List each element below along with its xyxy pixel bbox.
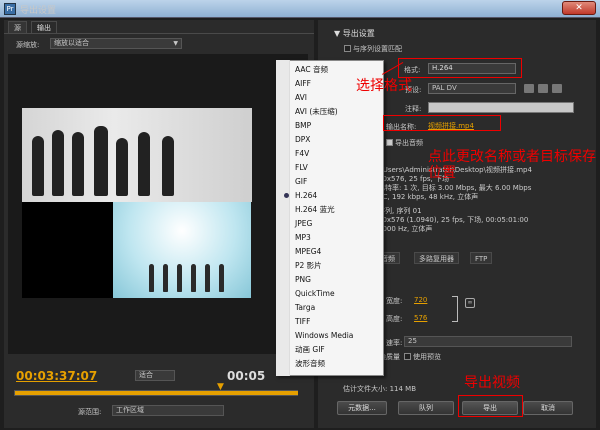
queue-button[interactable]: 队列 <box>398 401 454 415</box>
title-bar <box>0 0 600 18</box>
video-frame-top <box>22 108 252 202</box>
format-option[interactable]: FLV <box>293 161 395 174</box>
work-area-bar[interactable] <box>15 391 298 395</box>
use-preview-label: 使用预览 <box>413 353 441 361</box>
format-option[interactable]: PNG <box>293 273 395 286</box>
use-preview-checkbox[interactable]: 使用预览 <box>404 352 441 362</box>
settings-tabs: 音频 多路复用器 FTP <box>370 252 570 264</box>
annotation-export-box <box>458 395 523 417</box>
export-settings-title: 导出设置 <box>342 29 375 38</box>
import-preset-icon[interactable] <box>538 84 548 93</box>
format-option[interactable]: H.264 蓝光 <box>293 203 395 216</box>
summary-line: 序列, 序列 01 <box>378 207 422 215</box>
tab-multiplexer[interactable]: 多路复用器 <box>414 252 459 264</box>
link-icon[interactable]: ∞ <box>465 298 475 308</box>
summary-line: 8000 Hz, 立体声 <box>378 225 433 233</box>
summary-line: AC, 192 kbps, 48 kHz, 立体声 <box>378 193 479 201</box>
duration-timecode: 00:05 <box>227 369 266 383</box>
estimated-file-size: 估计文件大小: 114 MB <box>343 385 417 393</box>
format-option[interactable]: Targa <box>293 301 395 314</box>
format-option[interactable]: GIF <box>293 175 395 188</box>
format-option[interactable]: TIFF <box>293 315 395 328</box>
annotation-name-box <box>383 115 501 131</box>
width-value[interactable]: 720 <box>414 296 427 304</box>
match-sequence-checkbox[interactable]: 与序列设置匹配 <box>344 44 402 54</box>
format-option[interactable]: MP3 <box>293 231 395 244</box>
source-scale-value: 缩放以适合 <box>54 39 89 47</box>
chevron-down-icon: ▼ <box>173 40 178 47</box>
format-option[interactable]: QuickTime <box>293 287 395 300</box>
annotation-format-box <box>398 58 522 78</box>
frame-rate-select[interactable]: 25 <box>404 336 572 347</box>
match-sequence-label: 与序列设置匹配 <box>353 45 402 53</box>
fit-select[interactable]: 适合 <box>135 370 175 381</box>
comment-label: 注释: <box>405 105 422 113</box>
source-range-label: 源范围: <box>78 408 102 416</box>
format-option[interactable]: MPEG4 <box>293 245 395 258</box>
delete-preset-icon[interactable] <box>552 84 562 93</box>
summary-line: 比特率: 1 次, 目标 3.00 Mbps, 最大 6.00 Mbps <box>378 184 532 192</box>
metadata-button[interactable]: 元数据... <box>337 401 387 415</box>
source-scale-select[interactable]: 缩放以适合 ▼ <box>50 38 182 49</box>
checkbox-icon <box>404 353 411 360</box>
format-option[interactable]: JPEG <box>293 217 395 230</box>
close-button[interactable]: ✕ <box>562 1 596 15</box>
height-value[interactable]: 576 <box>414 314 427 322</box>
export-audio-label: 导出音频 <box>395 139 423 147</box>
format-option[interactable]: P2 影片 <box>293 259 395 272</box>
format-option[interactable]: BMP <box>293 119 395 132</box>
source-range-select[interactable]: 工作区域 <box>112 405 224 416</box>
format-option[interactable]: H.264 <box>284 189 395 202</box>
annotation-name-text: 点此更改名称或者目标保存位置 <box>428 149 596 181</box>
tab-ftp[interactable]: FTP <box>470 252 493 264</box>
format-option[interactable]: Windows Media <box>293 329 395 342</box>
export-settings-header[interactable]: ▼ 导出设置 <box>334 28 375 39</box>
format-option[interactable]: 动画 GIF <box>293 343 395 356</box>
checkbox-icon <box>344 45 351 52</box>
preset-select[interactable]: PAL DV <box>428 83 516 94</box>
format-option[interactable]: DPX <box>293 133 395 146</box>
source-scale-label: 源缩放: <box>16 41 40 49</box>
playhead-icon[interactable]: ▼ <box>217 382 224 392</box>
save-preset-icon[interactable] <box>524 84 534 93</box>
format-option[interactable]: AVI (未压缩) <box>293 105 395 118</box>
comment-input[interactable] <box>428 102 574 113</box>
format-option[interactable]: 波形音频 <box>293 357 395 370</box>
window-title: 导出设置 <box>20 6 57 16</box>
cancel-button[interactable]: 取消 <box>523 401 573 415</box>
app-icon: Pr <box>4 3 16 15</box>
video-frame-bottom <box>113 202 251 298</box>
dropdown-gutter <box>276 60 290 376</box>
format-option[interactable]: F4V <box>293 147 395 160</box>
current-timecode[interactable]: 00:03:37:07 <box>16 369 97 383</box>
annotation-export-text: 导出视频 <box>464 375 520 391</box>
link-bracket <box>452 296 458 322</box>
summary-line: 20x576 (1.0940), 25 fps, 下场, 00:05:01:00 <box>378 216 529 224</box>
tab-divider <box>4 33 314 34</box>
annotation-format-text: 选择格式 <box>356 78 412 94</box>
video-letterbox <box>22 202 113 298</box>
